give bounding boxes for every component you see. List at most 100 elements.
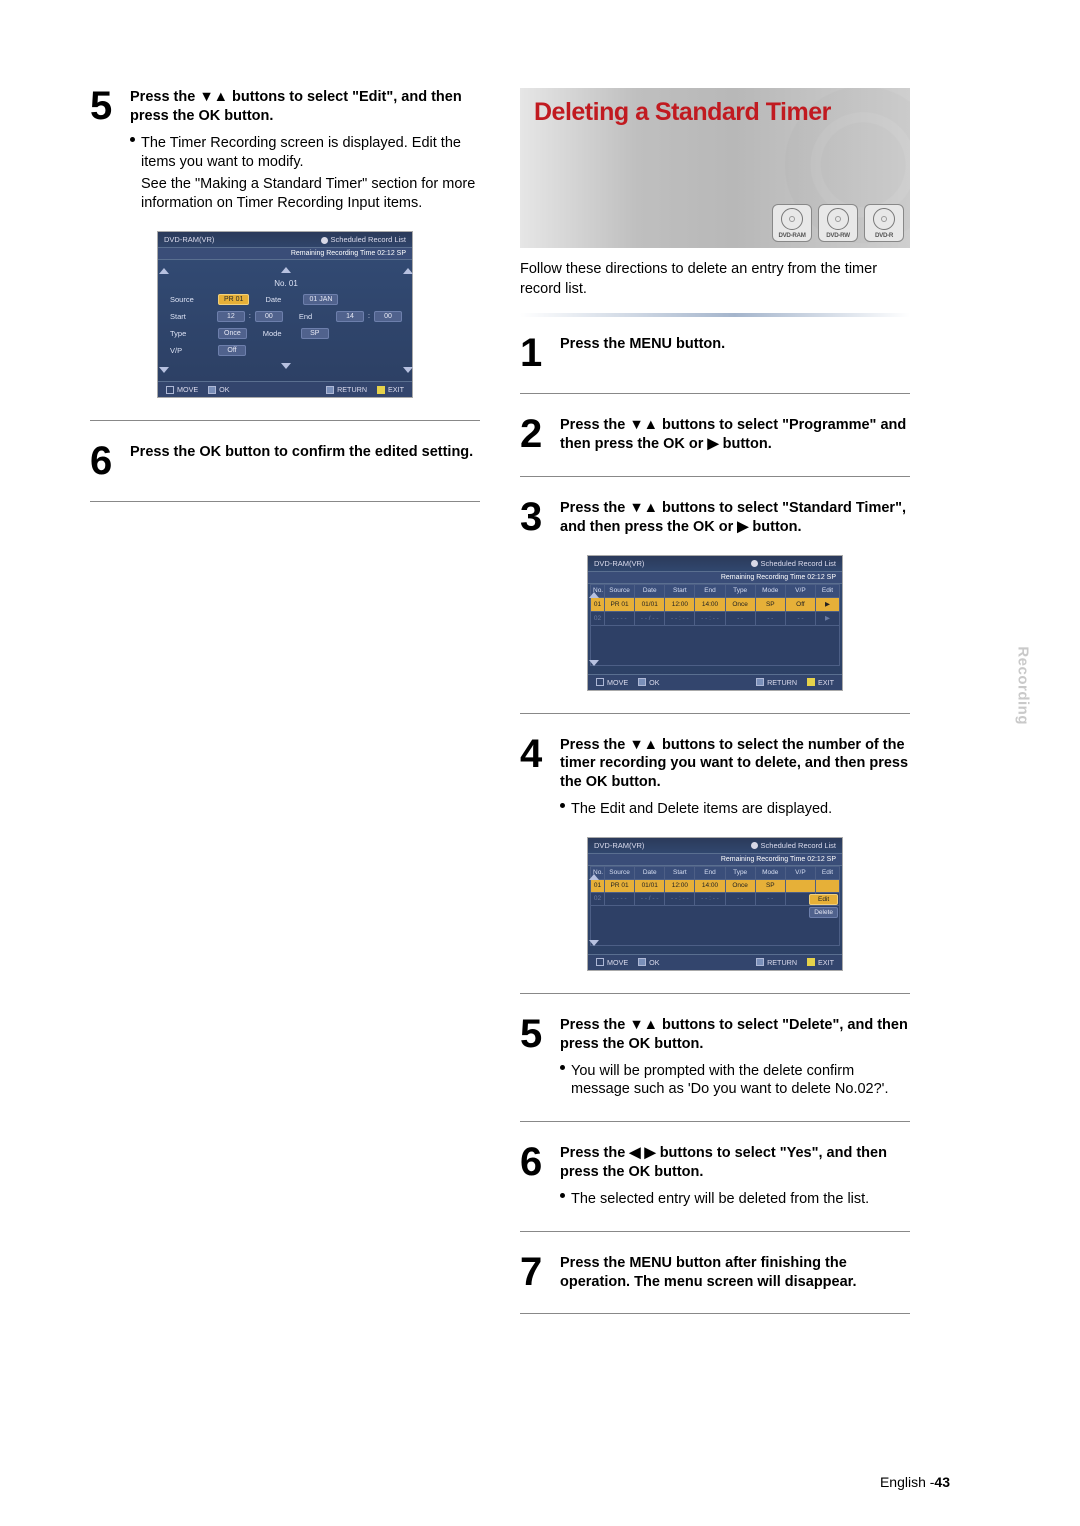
field-mode[interactable]: SP (301, 328, 329, 339)
popup-item-delete[interactable]: Delete (809, 907, 838, 918)
right-step-3: 3 Press the ▼▲ buttons to select "Standa… (520, 499, 910, 537)
field-source[interactable]: PR 01 (218, 294, 249, 305)
side-tab-recording: Recording (1015, 646, 1032, 725)
scroll-up-icon[interactable] (281, 267, 291, 273)
foot-ok: OK (649, 678, 659, 687)
osd-header: Scheduled Record List (761, 559, 836, 568)
ok-key-icon (638, 958, 646, 966)
left-step-5: 5 Press the ▼▲ buttons to select "Edit",… (90, 88, 480, 213)
r-step2-post: button. (719, 436, 772, 452)
label-vp: V/P (170, 346, 210, 355)
bullet-icon (560, 1193, 565, 1198)
r-step5-pre: Press the (560, 1017, 629, 1033)
page-footer: English -43 (130, 1474, 950, 1490)
osd-record-list: DVD-RAM(VR)Scheduled Record List Remaini… (587, 555, 843, 691)
table-row[interactable]: 01 PR 01 01/01 12:00 14:00 Once SP Off ▶ (591, 597, 840, 611)
clock-icon (751, 842, 758, 849)
clock-icon (321, 237, 328, 244)
popup-item-edit[interactable]: Edit (809, 894, 838, 905)
label-date: Date (265, 295, 295, 304)
gradient-divider (520, 313, 910, 317)
field-type[interactable]: Once (218, 328, 247, 339)
bullet-icon (560, 803, 565, 808)
step6-title: Press the OK button to confirm the edite… (130, 444, 473, 460)
r-step1-title: Press the MENU button. (560, 336, 725, 352)
label-mode: Mode (263, 329, 293, 338)
section-divider (90, 420, 480, 421)
right-step-7: 7 Press the MENU button after finishing … (520, 1254, 910, 1292)
field-start-h[interactable]: 12 (217, 311, 245, 322)
ok-key-icon (208, 386, 216, 394)
table-row[interactable]: 02 - - - - - - / - - - - : - - - - : - -… (591, 892, 840, 905)
section-divider (520, 713, 910, 714)
schedule-table: No. Source Date Start End Type Mode V/P … (590, 584, 840, 666)
col-start: Start (665, 584, 695, 597)
scroll-down-icon[interactable] (589, 940, 599, 946)
scroll-down-icon[interactable] (589, 660, 599, 666)
right-step-2: 2 Press the ▼▲ buttons to select "Progra… (520, 416, 910, 454)
schedule-table: No. Source Date Start End Type Mode V/P … (590, 866, 840, 946)
row-edit-arrow-icon[interactable]: ▶ (816, 597, 840, 611)
col-mode: Mode (755, 584, 785, 597)
r-step7-title: Press the MENU button after finishing th… (560, 1255, 857, 1290)
scroll-up-icon[interactable] (159, 268, 169, 274)
scroll-up-icon[interactable] (589, 592, 599, 598)
return-key-icon (326, 386, 334, 394)
field-start-m[interactable]: 00 (255, 311, 283, 322)
osd-disc-label: DVD-RAM(VR) (594, 559, 644, 568)
field-end-m[interactable]: 00 (374, 311, 402, 322)
field-end-h[interactable]: 14 (336, 311, 364, 322)
clock-icon (751, 560, 758, 567)
updown-icon: ▼▲ (629, 418, 658, 433)
disc-icon (781, 208, 803, 230)
osd-disc-label: DVD-RAM(VR) (594, 841, 644, 850)
section-divider (90, 501, 480, 502)
right-step-5: 5 Press the ▼▲ buttons to select "Delete… (520, 1016, 910, 1099)
osd-header: Scheduled Record List (761, 841, 836, 850)
disc-badge-dvdr: DVD-R (864, 204, 904, 242)
section-title-panel: Deleting a Standard Timer DVD-RAM DVD-RW… (520, 88, 910, 248)
section-divider (520, 1121, 910, 1122)
osd-remaining: Remaining Recording Time 02:12 SP (158, 248, 412, 260)
row-edit-arrow-icon[interactable]: ▶ (816, 611, 840, 625)
move-key-icon (596, 958, 604, 966)
disc-icon (873, 208, 895, 230)
col-type: Type (725, 866, 755, 879)
r-step5-bullet: You will be prompted with the delete con… (571, 1062, 910, 1100)
scroll-up-icon[interactable] (589, 874, 599, 880)
bullet-icon (130, 137, 135, 142)
ok-key-icon (638, 678, 646, 686)
field-date[interactable]: 01 JAN (303, 294, 338, 305)
move-key-icon (596, 678, 604, 686)
foot-exit: EXIT (818, 958, 834, 967)
osd-record-list-popup: DVD-RAM(VR)Scheduled Record List Remaini… (587, 837, 843, 971)
disc-icon (827, 208, 849, 230)
step-number: 7 (520, 1254, 550, 1292)
r-step2-pre: Press the (560, 417, 629, 433)
section-divider (520, 993, 910, 994)
step5-desc2: See the "Making a Standard Timer" sectio… (141, 175, 480, 213)
disc-badge-dvdram: DVD-RAM (772, 204, 812, 242)
right-arrow-icon: ▶ (707, 437, 718, 452)
step5-title-pre: Press the (130, 89, 199, 105)
section-title: Deleting a Standard Timer (534, 98, 831, 127)
table-row[interactable]: 02 - - - - - - / - - - - : - - - - : - -… (591, 611, 840, 625)
field-vp[interactable]: Off (218, 345, 246, 356)
section-divider (520, 1231, 910, 1232)
bullet-icon (560, 1065, 565, 1070)
r-step4-pre: Press the (560, 737, 629, 753)
col-source: Source (605, 584, 635, 597)
label-start: Start (170, 312, 209, 321)
right-arrow-icon: ▶ (737, 520, 748, 535)
scroll-down-icon[interactable] (281, 363, 291, 369)
table-row[interactable]: 01 PR 01 01/01 12:00 14:00 Once SP (591, 879, 840, 892)
scroll-up-icon[interactable] (403, 268, 413, 274)
foot-move: MOVE (177, 385, 198, 394)
scroll-down-icon[interactable] (159, 367, 169, 373)
r-step3-post: button. (748, 519, 801, 535)
col-end: End (695, 866, 725, 879)
label-end: End (299, 312, 328, 321)
return-key-icon (756, 958, 764, 966)
scroll-down-icon[interactable] (403, 367, 413, 373)
col-type: Type (725, 584, 755, 597)
